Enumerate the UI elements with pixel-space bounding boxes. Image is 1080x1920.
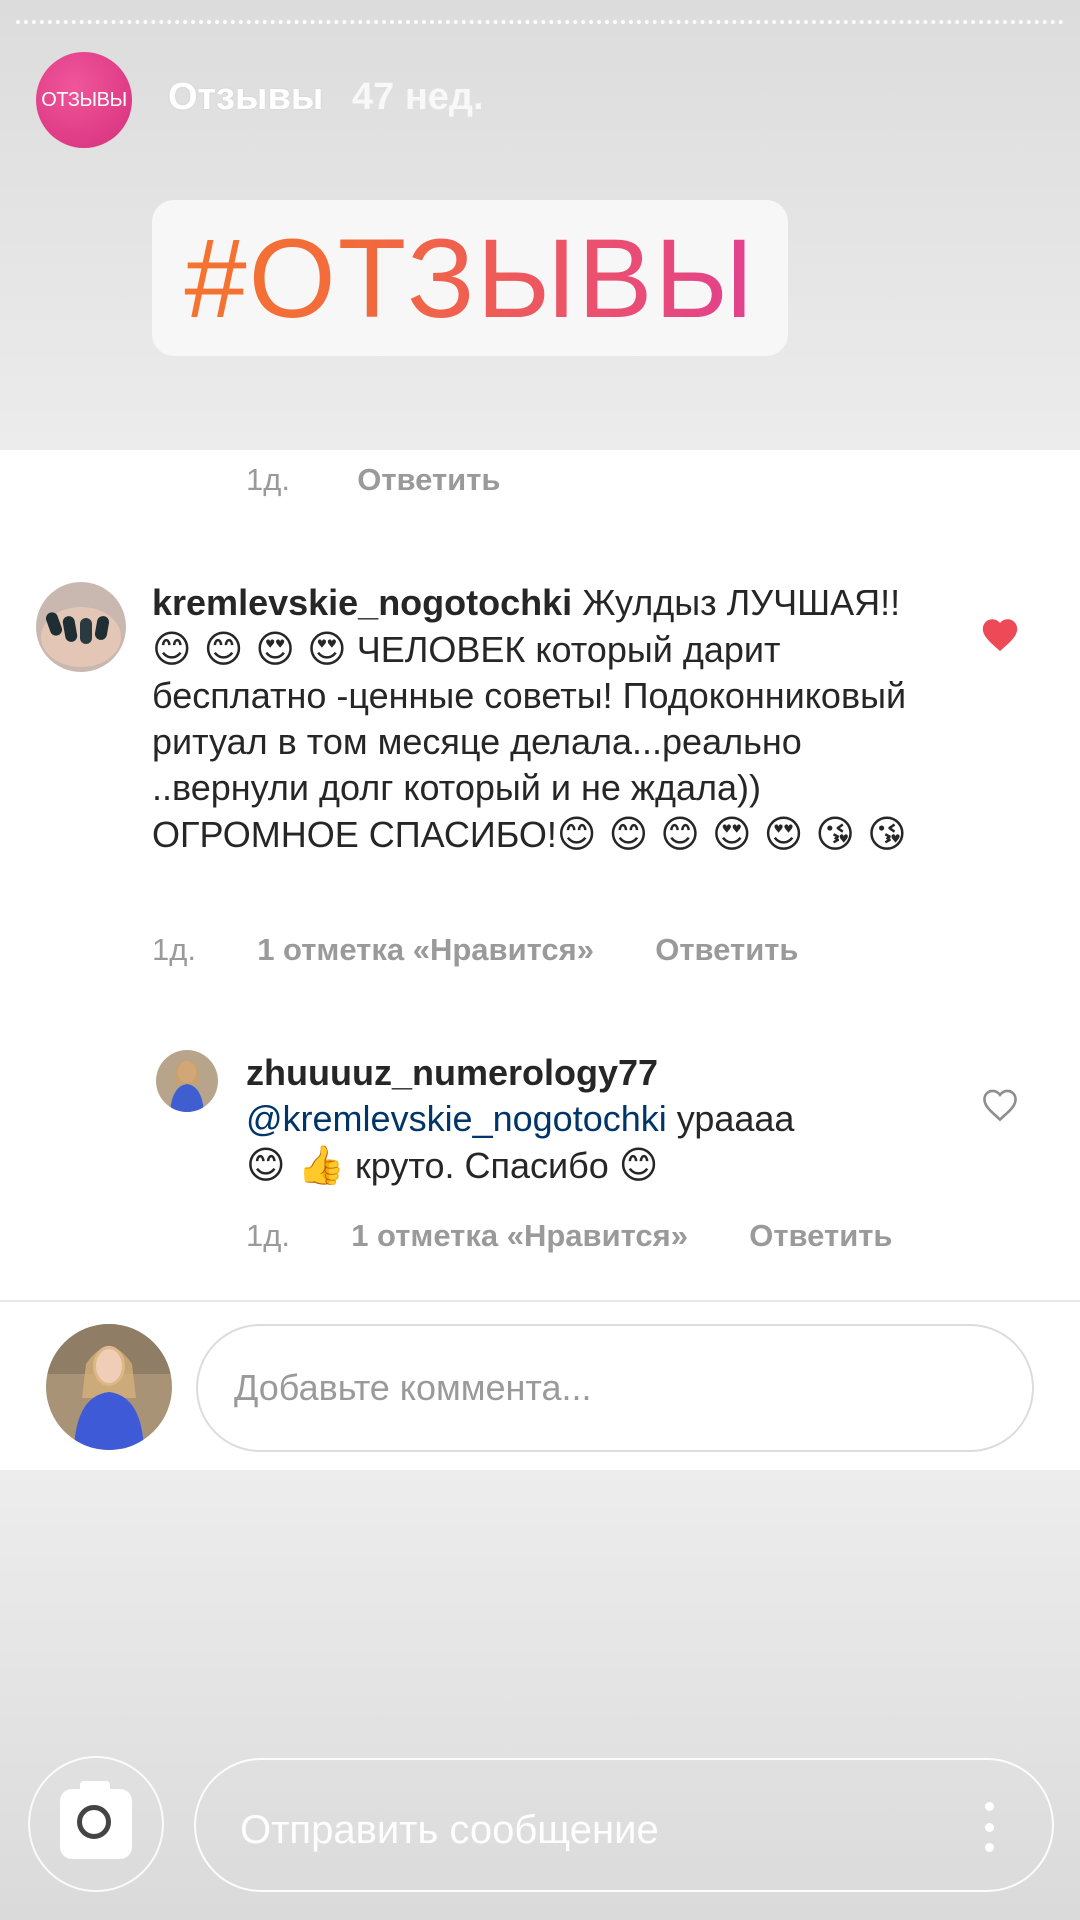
story-avatar[interactable]: ОТЗЫВЫ: [36, 52, 132, 148]
comment-reply-button[interactable]: Ответить: [655, 932, 798, 967]
more-vertical-icon[interactable]: [984, 1802, 994, 1852]
reply-likes-count[interactable]: 1 отметка «Нравится»: [351, 1218, 688, 1253]
heart-filled-icon[interactable]: [980, 616, 1020, 652]
reply-meta: 1д. 1 отметка «Нравится» Ответить: [246, 1218, 893, 1254]
prev-comment-meta: 1д. Ответить: [246, 462, 500, 498]
comment-emojis: 😊 😊 😍 😍: [152, 627, 347, 671]
hashtag-sticker[interactable]: #ОТЗЫВЫ: [152, 200, 788, 356]
comment-divider: [0, 1300, 1080, 1302]
comment-text: Жулдыз ЛУЧШАЯ!!: [582, 582, 901, 623]
nails-photo-avatar: [36, 582, 126, 672]
reply-username[interactable]: zhuuuuz_numerology77: [246, 1052, 658, 1093]
reply-reply-button[interactable]: Ответить: [749, 1218, 892, 1253]
reply-mention-link[interactable]: @kremlevskie_nogotochki: [246, 1098, 667, 1139]
send-message-placeholder: Отправить сообщение: [240, 1808, 659, 1852]
reply-emojis: 😊 👍: [246, 1143, 346, 1187]
story-timestamp: 47 нед.: [352, 76, 484, 118]
comment-time: 1д.: [152, 932, 196, 967]
comment-input-wrapper[interactable]: [196, 1324, 1034, 1452]
comment-likes-count[interactable]: 1 отметка «Нравится»: [257, 932, 594, 967]
reply-time: 1д.: [246, 1218, 290, 1253]
reply-emoji-end: 😊: [618, 1143, 659, 1187]
camera-button[interactable]: [28, 1756, 164, 1892]
current-user-avatar: [46, 1324, 172, 1450]
story-avatar-text: ОТЗЫВЫ: [41, 88, 127, 111]
comment-username[interactable]: kremlevskie_nogotochki: [152, 582, 572, 623]
prev-comment-reply-button[interactable]: Ответить: [357, 462, 500, 497]
story-username[interactable]: Отзывы: [168, 76, 323, 119]
reply-text: урааaa: [666, 1098, 795, 1139]
reply-avatar[interactable]: [156, 1050, 218, 1112]
comment-input[interactable]: [234, 1367, 994, 1409]
camera-icon: [60, 1781, 132, 1859]
current-user-photo: [46, 1324, 172, 1450]
prev-comment-time: 1д.: [246, 462, 290, 497]
comment-meta: 1д. 1 отметка «Нравится» Ответить: [152, 932, 799, 968]
comment-avatar[interactable]: [36, 582, 126, 672]
story-progress-bar: [16, 20, 1064, 26]
hashtag-sticker-text: #ОТЗЫВЫ: [184, 215, 756, 341]
heart-outline-icon[interactable]: [980, 1086, 1020, 1122]
send-message-bar[interactable]: Отправить сообщение: [194, 1758, 1054, 1892]
woman-photo-avatar: [156, 1050, 218, 1112]
comment-body: kremlevskie_nogotochki Жулдыз ЛУЧШАЯ!! 😊 …: [152, 580, 932, 858]
comment-emojis-end: 😊 😊 😊 😍 😍 😘 😘: [556, 812, 907, 856]
comment-screenshot-card: 1д. Ответить kremlevskie_nogotochki Жулд…: [0, 450, 1080, 1470]
reply-body: zhuuuuz_numerology77 @kremlevskie_nogoto…: [246, 1050, 946, 1189]
reply-text-continued: круто. Спасибо: [345, 1145, 619, 1186]
